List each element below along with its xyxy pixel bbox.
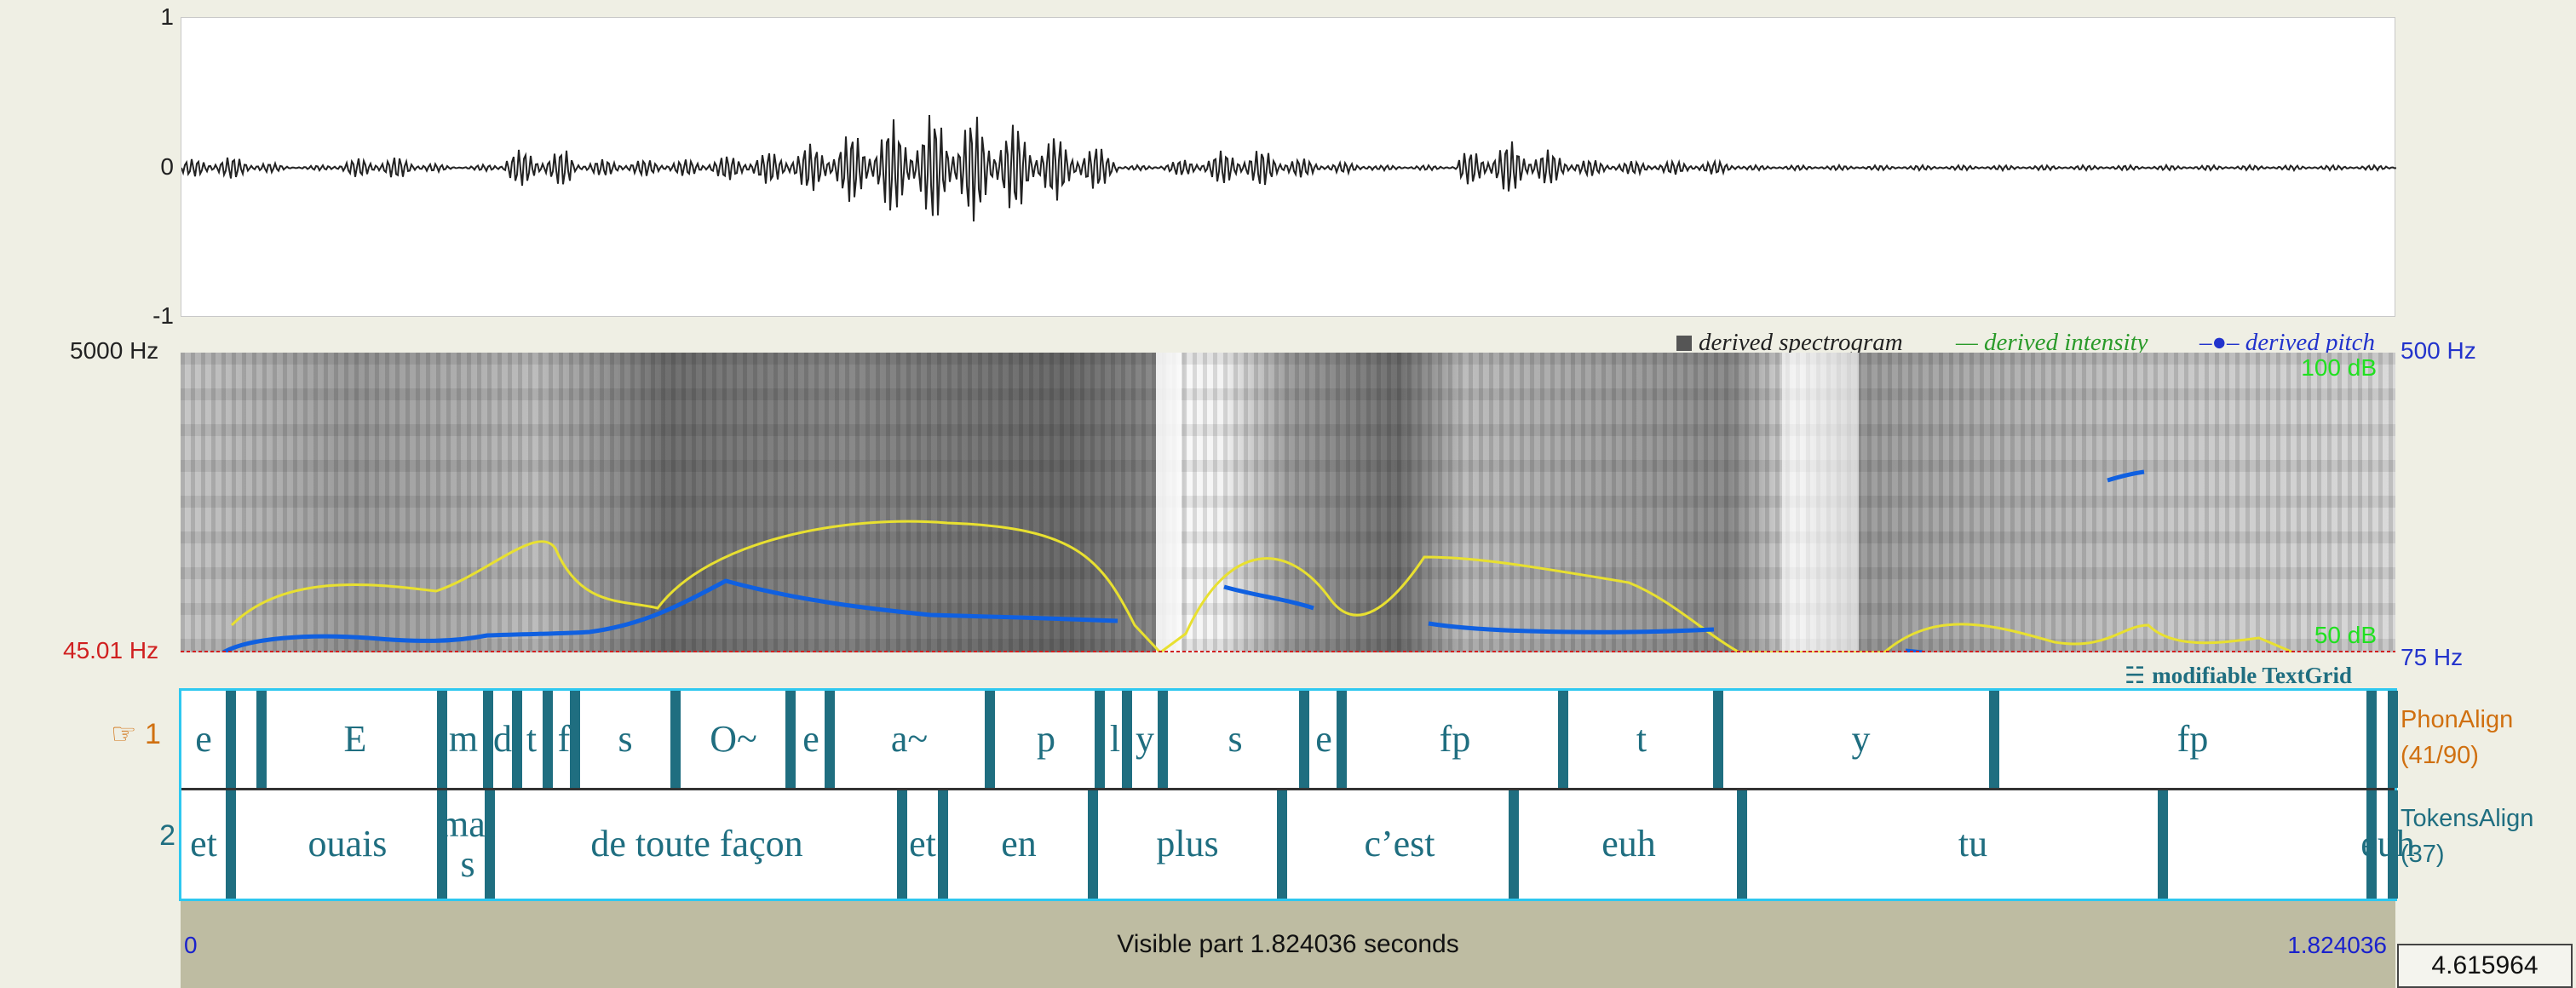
phon-boundary[interactable] <box>512 691 522 788</box>
phon-boundary[interactable] <box>1158 691 1168 788</box>
spectrogram-cursor-freq: 45.01 Hz <box>63 637 159 663</box>
phon-interval[interactable]: y <box>1132 691 1158 788</box>
phon-boundary[interactable] <box>483 691 493 788</box>
token-interval[interactable]: en <box>948 790 1090 899</box>
phon-interval[interactable]: E <box>267 691 444 788</box>
token-interval[interactable]: ouais <box>236 790 459 899</box>
waveform-graphic <box>181 114 2397 222</box>
textgrid-panel[interactable]: e Em d t f s O~ e a~ p l y s e fp t y fp et ouais mai s de t… <box>179 688 2415 901</box>
tier-tokensalign[interactable]: et ouais mai s de toute façon et en plus c’est e… <box>181 790 2415 899</box>
tier-phonalign[interactable]: e Em d t f s O~ e a~ p l y s e fp t y fp <box>181 691 2398 790</box>
waveform-y-bottom: -1 <box>152 302 174 329</box>
spectrogram-freq-top: 5000 Hz <box>70 337 159 364</box>
token-boundary[interactable] <box>1277 790 1287 899</box>
token-interval[interactable]: et <box>906 790 940 899</box>
visible-end-time: 1.824036 <box>2287 932 2387 958</box>
pitch-axis-top: 500 Hz <box>2401 337 2476 364</box>
tier2-number[interactable]: 2 <box>128 819 175 853</box>
waveform-y-top: 1 <box>160 3 174 30</box>
phon-interval[interactable]: s <box>580 691 670 788</box>
phon-interval[interactable]: t <box>1568 691 1715 788</box>
phon-boundary[interactable] <box>825 691 835 788</box>
token-boundary[interactable] <box>1737 790 1747 899</box>
token-interval[interactable]: et <box>181 790 226 899</box>
phon-interval[interactable]: t <box>522 691 541 788</box>
spectrogram-legend-icon <box>1676 336 1692 351</box>
token-interval[interactable]: plus <box>1098 790 1277 899</box>
tier1-count: (41/90) <box>2401 742 2479 770</box>
phon-interval[interactable]: e <box>181 691 226 788</box>
pitch-axis-bottom: 75 Hz <box>2401 644 2464 670</box>
token-interval[interactable]: tu <box>1747 790 2199 899</box>
token-interval[interactable]: c’est <box>1289 790 1510 899</box>
spectrogram-graphic <box>181 353 2395 652</box>
tier1-name: PhonAlign <box>2401 706 2514 733</box>
tier1-number: 1 <box>144 718 161 750</box>
waveform-panel[interactable] <box>181 17 2397 317</box>
phon-interval[interactable]: e <box>1309 691 1338 788</box>
token-interval[interactable]: euh <box>2209 790 2567 899</box>
phon-interval[interactable]: fp <box>2000 691 2385 788</box>
phon-boundary[interactable] <box>670 691 681 788</box>
visible-start-time: 0 <box>184 932 198 958</box>
phon-boundary[interactable] <box>226 691 236 788</box>
modifiable-textgrid-label: ☵ modifiable TextGrid <box>2125 663 2352 689</box>
token-interval[interactable]: euh <box>1521 790 1737 899</box>
phon-interval[interactable]: y <box>1723 691 1998 788</box>
phon-interval[interactable]: e <box>796 691 825 788</box>
phon-boundary[interactable] <box>2388 691 2398 788</box>
phon-interval[interactable]: O~ <box>681 691 785 788</box>
phon-interval[interactable]: m <box>447 691 480 788</box>
waveform-y-mid: 0 <box>160 153 174 180</box>
modifiable-textgrid-text: modifiable TextGrid <box>2152 663 2352 688</box>
phon-interval[interactable]: d <box>493 691 512 788</box>
visible-part-label[interactable]: Visible part 1.824036 seconds <box>181 901 2395 988</box>
phon-interval[interactable]: a~ <box>835 691 984 788</box>
token-boundary[interactable] <box>226 790 236 899</box>
phon-boundary[interactable] <box>543 691 553 788</box>
intensity-axis-bottom: 50 dB <box>2314 622 2377 648</box>
tier1-name-block[interactable]: PhonAlign (41/90) <box>2401 702 2513 773</box>
phon-interval[interactable]: fp <box>1347 691 1563 788</box>
tier1-pointer[interactable]: ☞ 1 <box>111 717 161 751</box>
phon-boundary[interactable] <box>256 691 267 788</box>
spectrogram-panel[interactable]: 100 dB 50 dB <box>181 353 2395 652</box>
token-interval[interactable]: de toute façon <box>498 790 895 899</box>
time-bar[interactable]: Visible part 1.824036 seconds 0 1.824036 <box>181 901 2395 988</box>
phon-interval[interactable]: s <box>1168 691 1302 788</box>
total-duration-box[interactable]: 4.615964 <box>2397 944 2573 988</box>
phon-boundary[interactable] <box>985 691 995 788</box>
textgrid-icon: ☵ <box>2125 663 2146 688</box>
intensity-axis-top: 100 dB <box>2301 354 2377 381</box>
pitch-curve-5 <box>1905 648 1923 652</box>
hand-pointer-icon: ☞ <box>111 718 137 750</box>
phon-interval[interactable]: l <box>1105 691 1125 788</box>
phon-interval[interactable]: f <box>553 691 575 788</box>
phon-boundary[interactable] <box>785 691 796 788</box>
token-interval[interactable]: mai s <box>440 790 496 899</box>
phon-interval[interactable]: p <box>996 691 1096 788</box>
